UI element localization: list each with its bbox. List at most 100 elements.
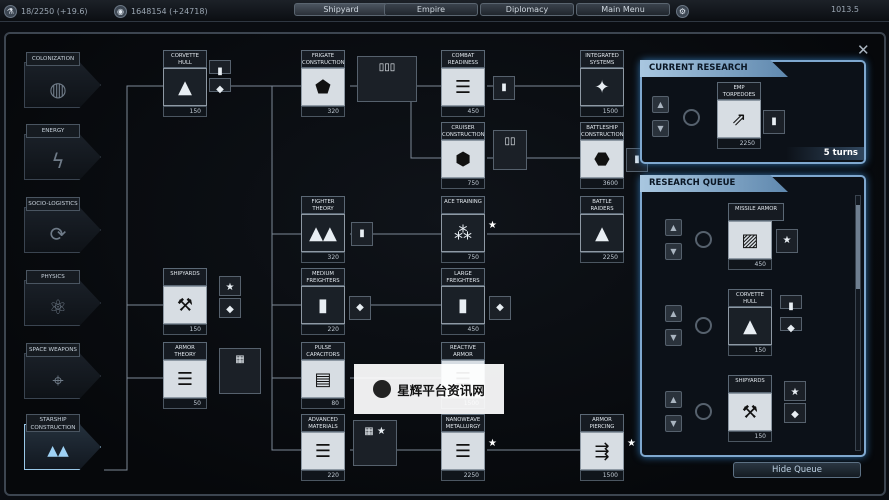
- watermark-logo-icon: [373, 380, 392, 398]
- star-icon: ★: [627, 438, 636, 449]
- tech-pulse-capacitors[interactable]: PULSE CAPACITORS ▤ 80: [301, 342, 345, 409]
- piercing-icon: ⇶: [580, 432, 624, 470]
- move-down-button[interactable]: ▼: [665, 415, 682, 432]
- tech-cost: 320: [301, 106, 345, 117]
- move-up-button[interactable]: ▲: [665, 219, 682, 236]
- move-down-button[interactable]: ▼: [665, 243, 682, 260]
- tech-title: FIGHTER THEORY: [301, 196, 345, 214]
- module-icon: ◆: [219, 298, 241, 318]
- current-tech-emp-torpedoes[interactable]: EMP TORPEDOES ⇗ 2250 ▮: [717, 82, 785, 149]
- tech-cost: 450: [728, 259, 772, 270]
- move-up-button[interactable]: ▲: [665, 305, 682, 322]
- tech-title: ARMOR THEORY: [163, 342, 207, 360]
- corvette-icon: ▲: [163, 68, 207, 106]
- tech-large-freighters[interactable]: LARGE FREIGHTERS ▮ 450 ◆: [441, 268, 511, 335]
- module-icon: ◆: [489, 296, 511, 320]
- category-label: SPACE WEAPONS: [26, 343, 80, 357]
- hide-queue-button[interactable]: Hide Queue: [733, 462, 861, 478]
- tech-cost: 320: [301, 252, 345, 263]
- tech-cost: 3600: [580, 178, 624, 189]
- tech-title: LARGE FREIGHTERS: [441, 268, 485, 286]
- tech-nanoweave-metallurgy[interactable]: NANOWEAVE METALLURGY ☰ 2250 ★: [441, 414, 497, 481]
- move-down-button[interactable]: ▼: [665, 329, 682, 346]
- tech-cost: 450: [441, 106, 485, 117]
- tech-armor-piercing[interactable]: ARMOR PIERCING ⇶ 1500 ★: [580, 414, 636, 481]
- tech-cost: 2250: [717, 138, 761, 149]
- materials-components-icon: ▦ ★: [353, 420, 397, 466]
- materials-icon: ☰: [301, 432, 345, 470]
- tech-title: SHIPYARDS: [728, 375, 772, 393]
- star-icon: ★: [776, 229, 798, 253]
- tech-shipyards[interactable]: SHIPYARDS ⚒ 150 ★ ◆: [163, 268, 241, 335]
- module-icon: ◆: [780, 317, 802, 334]
- tech-title: ACE TRAINING: [441, 196, 485, 214]
- tech-title: CORVETTE HULL: [163, 50, 207, 68]
- component-icon: ▮: [763, 110, 785, 134]
- battleship-icon: ⬣: [580, 140, 624, 178]
- tech-title: INTEGRATED SYSTEMS: [580, 50, 624, 68]
- tech-medium-freighters[interactable]: MEDIUM FREIGHTERS ▮ 220 ◆: [301, 268, 371, 335]
- tech-title: PULSE CAPACITORS: [301, 342, 345, 360]
- tech-frigate-construction[interactable]: FRIGATE CONSTRUCTION ⬟ 320 ▯▯▯: [301, 50, 417, 117]
- tech-advanced-materials[interactable]: ADVANCED MATERIALS ☰ 220 ▦ ★: [301, 414, 397, 481]
- component-icon: ▮: [780, 295, 802, 312]
- torpedo-icon: ⇗: [717, 100, 761, 138]
- component-icon: ▮: [351, 222, 373, 246]
- tech-cost: 750: [441, 178, 485, 189]
- tech-title: CORVETTE HULL: [728, 289, 772, 307]
- tech-title: COMBAT READINESS: [441, 50, 485, 68]
- tech-integrated-systems[interactable]: INTEGRATED SYSTEMS ✦ 1500: [580, 50, 624, 117]
- module-icon: ◆: [209, 78, 231, 95]
- move-up-button[interactable]: ▲: [652, 96, 669, 113]
- freighter-icon: ▮: [301, 286, 345, 324]
- tech-title: ARMOR PIERCING: [580, 414, 624, 432]
- tech-cost: 80: [301, 398, 345, 409]
- tech-title: SHIPYARDS: [163, 268, 207, 286]
- stars-icon: ⁂: [441, 214, 485, 252]
- tech-cruiser-construction[interactable]: CRUISER CONSTRUCTION ⬢ 750 ▯▯: [441, 122, 527, 189]
- watermark-overlay: 星辉平台资讯网: [354, 364, 504, 414]
- queue-item-missile-armor[interactable]: MISSILE ARMOR ▨ 450 ★: [728, 203, 798, 270]
- tech-cost: 220: [301, 324, 345, 335]
- tech-title: NANOWEAVE METALLURGY: [441, 414, 485, 432]
- queue-item-corvette-hull[interactable]: CORVETTE HULL ▲ 150 ▮ ◆: [728, 289, 802, 356]
- hammers-icon: ⚒: [728, 393, 772, 431]
- tech-title: MEDIUM FREIGHTERS: [301, 268, 345, 286]
- research-queue-header: RESEARCH QUEUE: [640, 175, 788, 192]
- queue-scrollbar-thumb[interactable]: [856, 205, 860, 289]
- raiders-icon: ▲: [580, 214, 624, 252]
- tech-title: CRUISER CONSTRUCTION: [441, 122, 485, 140]
- tech-ace-training[interactable]: ACE TRAINING ⁂ 750 ★: [441, 196, 497, 263]
- tech-title: BATTLESHIP CONSTRUCTION: [580, 122, 624, 140]
- tech-battle-raiders[interactable]: BATTLE RAIDERS ▲ 2250: [580, 196, 624, 263]
- tech-battleship-construction[interactable]: BATTLESHIP CONSTRUCTION ⬣ 3600 ▮: [580, 122, 648, 189]
- capacitor-icon: ▤: [301, 360, 345, 398]
- tech-cost: 2250: [580, 252, 624, 263]
- cancel-research-icon[interactable]: [683, 109, 700, 126]
- tech-cost: 150: [728, 345, 772, 356]
- tech-armor-theory[interactable]: ARMOR THEORY ☰ 50 ▦: [163, 342, 261, 409]
- tech-cost: 750: [441, 252, 485, 263]
- tech-title: ADVANCED MATERIALS: [301, 414, 345, 432]
- tech-corvette-hull[interactable]: CORVETTE HULL ▲ 150 ▮ ◆: [163, 50, 231, 117]
- freighter-icon: ▮: [441, 286, 485, 324]
- cruiser-components-icon: ▯▯: [493, 130, 527, 170]
- queue-item-shipyards[interactable]: SHIPYARDS ⚒ 150 ★ ◆: [728, 375, 806, 442]
- current-research-header: CURRENT RESEARCH: [640, 60, 788, 77]
- tech-cost: 220: [301, 470, 345, 481]
- component-icon: ▮: [493, 76, 515, 100]
- remove-from-queue-icon[interactable]: [695, 317, 712, 334]
- tech-title: FRIGATE CONSTRUCTION: [301, 50, 345, 68]
- category-label: ENERGY: [26, 124, 80, 138]
- frigate-components-icon: ▯▯▯: [357, 56, 417, 102]
- remove-from-queue-icon[interactable]: [695, 231, 712, 248]
- tech-combat-readiness[interactable]: COMBAT READINESS ☰ 450 ▮: [441, 50, 515, 117]
- tech-cost: 1500: [580, 470, 624, 481]
- move-down-button[interactable]: ▼: [652, 120, 669, 137]
- tech-fighter-theory[interactable]: FIGHTER THEORY ▲▲ 320 ▮: [301, 196, 373, 263]
- move-up-button[interactable]: ▲: [665, 391, 682, 408]
- corvette-icon: ▲: [728, 307, 772, 345]
- remove-from-queue-icon[interactable]: [695, 403, 712, 420]
- star-icon: ★: [488, 220, 497, 231]
- turns-remaining: 5 turns: [786, 147, 864, 160]
